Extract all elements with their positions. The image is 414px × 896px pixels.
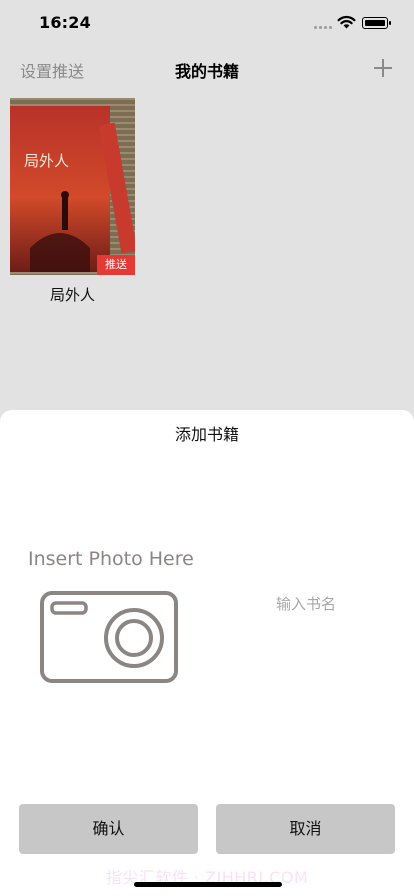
page-title: 我的书籍	[174, 62, 239, 81]
book-card[interactable]: 局外人 推送 局外人	[10, 98, 135, 305]
home-indicator	[134, 882, 282, 887]
add-book-plus-icon[interactable]	[371, 56, 395, 80]
add-book-sheet: 添加书籍 Insert Photo Here 确认 取消 指尖汇软件 · ZJH…	[0, 410, 414, 896]
signal-icon	[314, 26, 332, 30]
sheet-title: 添加书籍	[174, 425, 239, 444]
book-title: 局外人	[49, 286, 95, 304]
wifi-icon	[337, 15, 356, 29]
insert-photo-button[interactable]: Insert Photo Here	[22, 543, 202, 693]
camera-icon	[40, 591, 178, 683]
book-cover-title: 局外人	[24, 152, 70, 170]
push-badge: 推送	[97, 255, 135, 275]
cancel-button[interactable]: 取消	[216, 804, 395, 854]
status-bar: 16:24	[0, 0, 414, 46]
book-name-input[interactable]	[226, 590, 386, 618]
status-time: 16:24	[39, 13, 91, 32]
book-cover-image[interactable]: 局外人 推送	[10, 98, 135, 275]
confirm-button[interactable]: 确认	[19, 804, 198, 854]
book-cover-art	[10, 98, 135, 275]
insert-photo-label: Insert Photo Here	[28, 548, 194, 570]
battery-icon	[362, 17, 391, 29]
